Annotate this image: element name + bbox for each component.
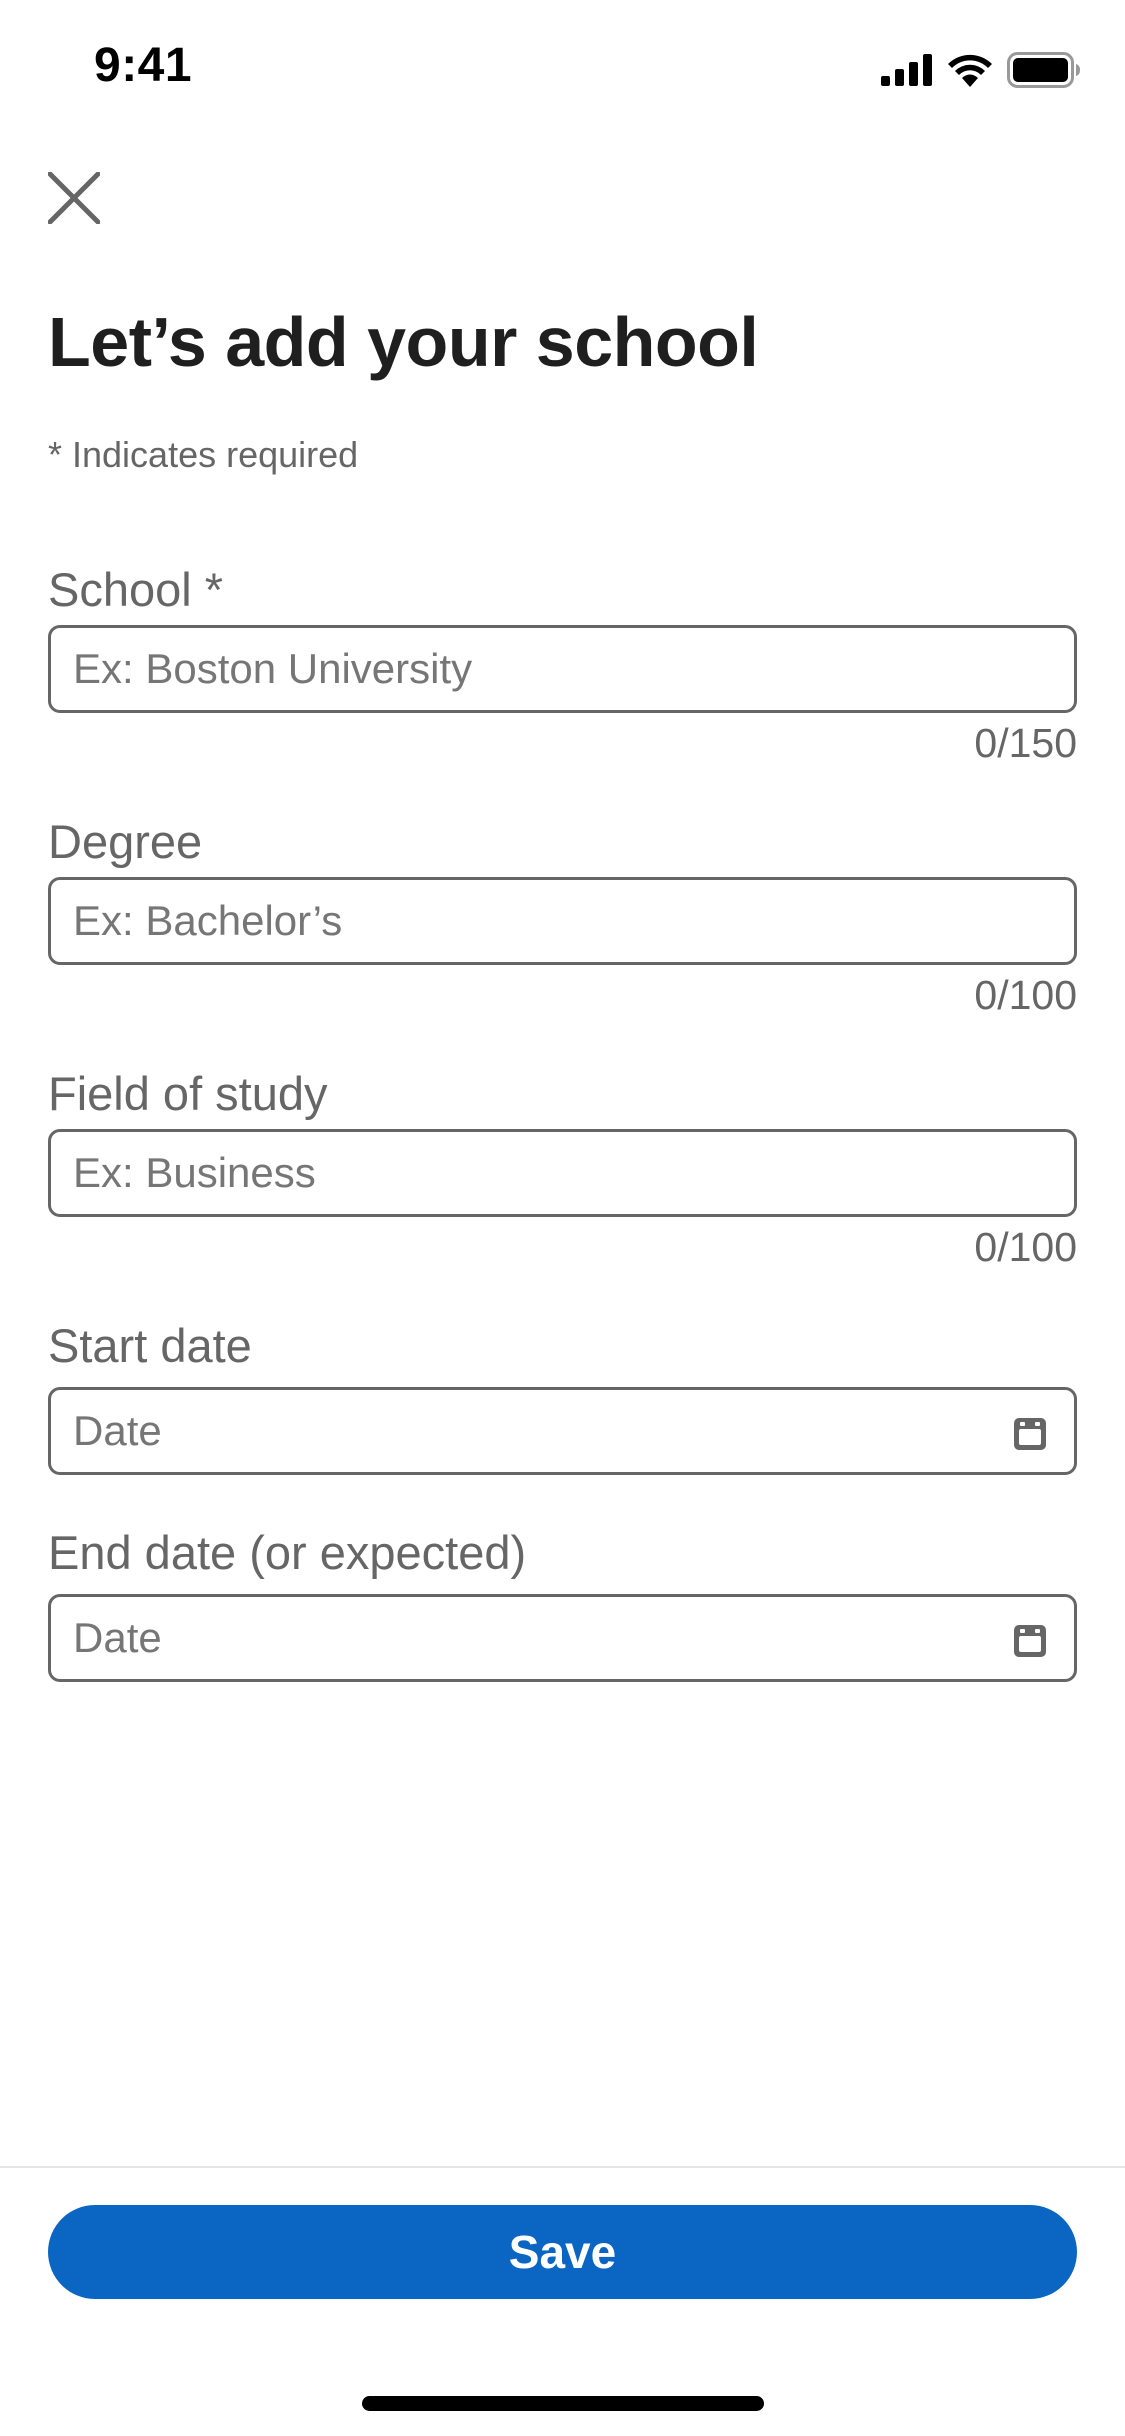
wifi-icon bbox=[948, 54, 992, 87]
end-date-label: End date (or expected) bbox=[48, 1526, 527, 1579]
school-label: School * bbox=[48, 563, 224, 616]
field-of-study-input[interactable] bbox=[51, 1132, 1074, 1214]
start-date-input[interactable] bbox=[51, 1390, 1074, 1472]
school-field[interactable] bbox=[48, 625, 1077, 713]
start-date-label: Start date bbox=[48, 1319, 252, 1372]
page-title: Let’s add your school bbox=[48, 303, 759, 381]
close-button[interactable] bbox=[44, 168, 104, 228]
degree-char-counter: 0/100 bbox=[974, 972, 1077, 1018]
cellular-signal-icon bbox=[881, 54, 932, 86]
battery-icon bbox=[1007, 52, 1080, 88]
start-date-field[interactable] bbox=[48, 1387, 1077, 1475]
school-char-counter: 0/150 bbox=[974, 720, 1077, 766]
footer-divider bbox=[0, 2166, 1125, 2168]
close-icon bbox=[48, 172, 100, 224]
calendar-icon[interactable] bbox=[1012, 1623, 1048, 1659]
degree-field[interactable] bbox=[48, 877, 1077, 965]
end-date-field[interactable] bbox=[48, 1594, 1077, 1682]
required-note: * Indicates required bbox=[48, 434, 359, 475]
status-bar: 9:41 bbox=[0, 0, 1125, 132]
calendar-icon[interactable] bbox=[1012, 1416, 1048, 1452]
degree-input[interactable] bbox=[51, 880, 1074, 962]
home-indicator bbox=[362, 2396, 764, 2411]
field-of-study-char-counter: 0/100 bbox=[974, 1224, 1077, 1270]
field-of-study-field[interactable] bbox=[48, 1129, 1077, 1217]
status-icons bbox=[881, 50, 1081, 90]
save-button[interactable]: Save bbox=[48, 2205, 1077, 2299]
school-input[interactable] bbox=[51, 628, 1074, 710]
degree-label: Degree bbox=[48, 815, 203, 868]
field-of-study-label: Field of study bbox=[48, 1067, 328, 1120]
add-school-screen: 9:41 Let’s add your school * Indicates r… bbox=[0, 0, 1125, 2436]
status-time: 9:41 bbox=[94, 39, 193, 92]
end-date-input[interactable] bbox=[51, 1597, 1074, 1679]
